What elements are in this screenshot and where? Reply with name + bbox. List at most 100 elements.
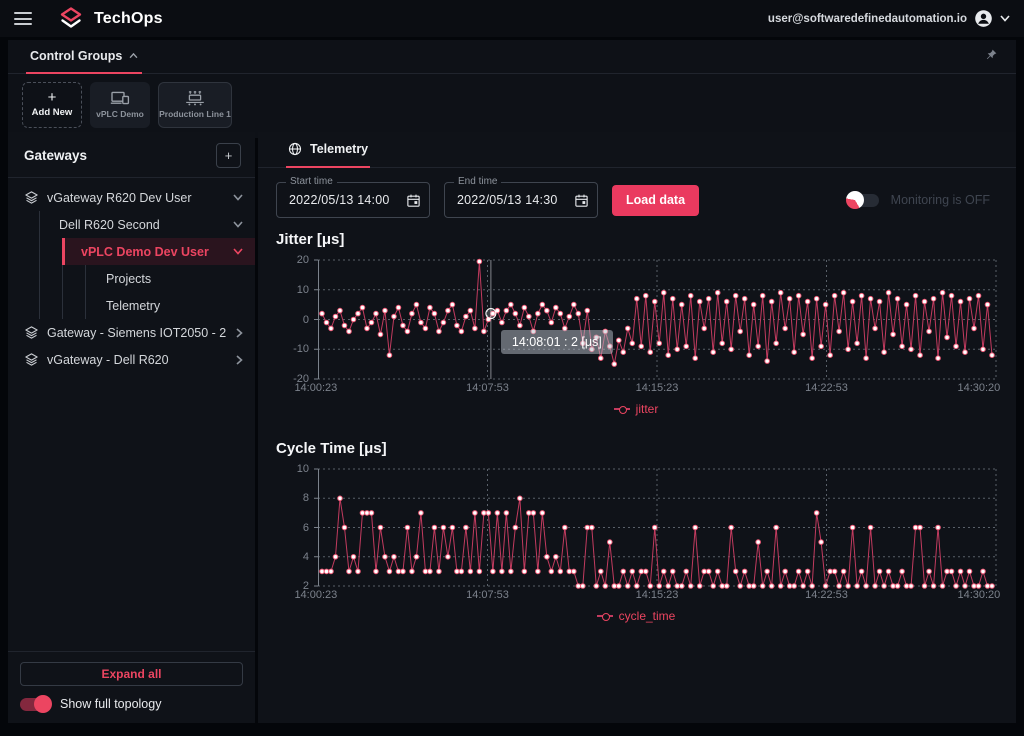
x-tick-label: 14:30:20	[957, 589, 1000, 601]
x-tick-label: 14:00:23	[294, 589, 337, 601]
tree-item-vplc-demo-dev-user[interactable]: vPLC Demo Dev User	[62, 238, 255, 265]
cycle-time-chart: 108642	[276, 469, 996, 586]
cycle-time-plot-area[interactable]	[318, 469, 996, 586]
monitoring-toggle-thumb	[846, 191, 864, 209]
devices-icon	[110, 90, 130, 106]
add-new-control-group-button[interactable]: + Add New	[22, 82, 82, 128]
tab-telemetry-label: Telemetry	[310, 142, 368, 156]
chevron-down-icon	[233, 194, 243, 201]
start-time-value: 2022/05/13 14:00	[289, 193, 406, 207]
x-tick-label: 14:22:53	[805, 589, 848, 601]
y-tick-label: 6	[303, 522, 309, 534]
conveyor-icon	[184, 90, 206, 106]
tree-item-label: vGateway - Dell R620	[47, 353, 228, 367]
tab-telemetry[interactable]: Telemetry	[286, 132, 370, 168]
x-tick-label: 14:22:53	[805, 382, 848, 394]
card-label: vPLC Demo	[96, 110, 144, 119]
tab-control-groups-label: Control Groups	[30, 49, 122, 63]
y-tick-label: 4	[303, 551, 309, 563]
gateway-tree: vGateway R620 Dev User Dell R620 Second	[8, 178, 255, 373]
monitoring-group: Monitoring is OFF	[849, 193, 990, 207]
user-email: user@softwaredefinedautomation.io	[768, 13, 967, 25]
control-groups-tab-row: Control Groups	[8, 40, 1016, 74]
cycle-time-chart-title: Cycle Time [μs]	[276, 440, 996, 457]
calendar-icon[interactable]	[406, 193, 421, 208]
layers-icon	[24, 190, 39, 205]
sidebar-title: Gateways	[24, 148, 87, 163]
tree-item-label: vGateway R620 Dev User	[47, 191, 225, 205]
tree-item-vgateway-r620-dev-user[interactable]: vGateway R620 Dev User	[8, 184, 255, 211]
card-label: Production Line 1	[159, 110, 231, 119]
layers-icon	[24, 352, 39, 367]
calendar-icon[interactable]	[574, 193, 589, 208]
end-time-input[interactable]: End time 2022/05/13 14:30	[444, 182, 598, 218]
y-tick-label: -10	[293, 343, 309, 355]
jitter-chart-title: Jitter [μs]	[276, 231, 996, 248]
tree-item-dell-r620-second[interactable]: Dell R620 Second	[40, 211, 255, 238]
globe-icon	[288, 142, 302, 156]
cycle-time-x-axis-labels: 14:00:2314:07:5314:15:2314:22:5314:30:20	[318, 589, 996, 604]
telemetry-panel: Telemetry Start time 2022/05/13 14:00 En…	[258, 132, 1016, 723]
plus-icon: +	[48, 92, 57, 104]
logo-icon	[58, 6, 84, 32]
end-time-label: End time	[454, 176, 501, 187]
tree-item-label: Projects	[106, 272, 243, 286]
jitter-chart: 20100-10-20 14:08:01 : 2 [μs]	[276, 260, 996, 379]
tree-item-label: vPLC Demo Dev User	[81, 245, 225, 259]
x-tick-label: 14:07:53	[466, 589, 509, 601]
jitter-y-axis-labels: 20100-10-20	[276, 260, 318, 379]
x-tick-label: 14:15:23	[636, 589, 679, 601]
caret-up-icon	[129, 53, 138, 59]
legend-marker-icon	[614, 408, 630, 410]
time-controls: Start time 2022/05/13 14:00 End time 202…	[258, 168, 1016, 218]
chevron-right-icon	[236, 328, 243, 338]
avatar-icon	[974, 9, 993, 28]
expand-all-button[interactable]: Expand all	[20, 662, 243, 686]
tree-item-label: Telemetry	[106, 299, 243, 313]
techops-logo: TechOps	[58, 6, 163, 32]
cycle-time-legend-label: cycle_time	[619, 609, 676, 623]
chart-tooltip: 14:08:01 : 2 [μs]	[501, 330, 613, 354]
layers-icon	[24, 325, 39, 340]
gateways-sidebar: Gateways + vGateway R620 Dev User	[8, 132, 255, 723]
start-time-label: Start time	[286, 176, 337, 187]
x-tick-label: 14:30:20	[957, 382, 1000, 394]
chevron-down-icon	[233, 248, 243, 255]
show-full-topology-toggle[interactable]	[20, 698, 50, 711]
card-label: Add New	[32, 108, 73, 118]
tree-item-projects[interactable]: Projects	[86, 265, 255, 292]
tree-item-gateway-siemens-iot2050-2[interactable]: Gateway - Siemens IOT2050 - 2	[8, 319, 255, 346]
control-group-cards: + Add New vPLC Demo	[8, 74, 1016, 138]
y-tick-label: 20	[297, 254, 309, 266]
tab-control-groups[interactable]: Control Groups	[26, 40, 142, 74]
user-menu[interactable]: user@softwaredefinedautomation.io	[768, 9, 1010, 28]
hamburger-menu-icon[interactable]	[14, 12, 32, 25]
load-data-button[interactable]: Load data	[612, 185, 699, 216]
x-tick-label: 14:15:23	[636, 382, 679, 394]
end-time-value: 2022/05/13 14:30	[457, 193, 574, 207]
monitoring-toggle[interactable]	[849, 194, 879, 207]
top-bar: TechOps user@softwaredefinedautomation.i…	[0, 0, 1024, 37]
jitter-legend[interactable]: jitter	[276, 400, 996, 418]
pin-icon[interactable]	[985, 48, 998, 61]
add-gateway-button[interactable]: +	[216, 143, 241, 168]
y-tick-label: 10	[297, 463, 309, 475]
monitoring-label: Monitoring is OFF	[891, 193, 990, 207]
cycle-time-legend[interactable]: cycle_time	[276, 607, 996, 625]
telemetry-tab-row: Telemetry	[258, 132, 1016, 168]
chevron-right-icon	[236, 355, 243, 365]
tree-item-label: Dell R620 Second	[59, 218, 225, 232]
legend-marker-icon	[597, 615, 613, 617]
cycle-time-y-axis-labels: 108642	[276, 469, 318, 586]
card-production-line-1[interactable]: Production Line 1	[158, 82, 232, 128]
card-vplc-demo[interactable]: vPLC Demo	[90, 82, 150, 128]
jitter-plot-area[interactable]: 14:08:01 : 2 [μs]	[318, 260, 996, 379]
control-groups-panel: Control Groups + Add New	[8, 40, 1016, 138]
app-title: TechOps	[94, 10, 163, 28]
tree-item-vgateway-dell-r620[interactable]: vGateway - Dell R620	[8, 346, 255, 373]
show-full-topology-label: Show full topology	[60, 697, 161, 711]
y-tick-label: 10	[297, 284, 309, 296]
y-tick-label: 0	[303, 314, 309, 326]
tree-item-telemetry[interactable]: Telemetry	[86, 292, 255, 319]
start-time-input[interactable]: Start time 2022/05/13 14:00	[276, 182, 430, 218]
